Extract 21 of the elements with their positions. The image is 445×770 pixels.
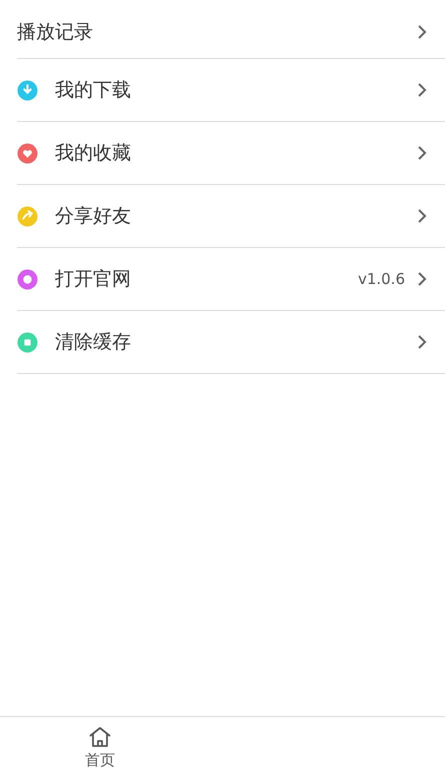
menu-item[interactable]: 清除缓存 [17, 311, 445, 374]
nav-tab[interactable]: 首页 [0, 717, 200, 770]
menu-label: 播放记录 [17, 20, 94, 45]
chevron-icon [417, 24, 427, 40]
version-text: v1.0.6 [358, 270, 405, 288]
menu-item[interactable]: 打开官网 v1.0.6 [17, 248, 445, 311]
menu-item[interactable]: 我的下载 [17, 59, 445, 122]
menu-label: 我的下载 [55, 78, 132, 103]
chevron-icon [417, 208, 427, 224]
menu-label: 我的收藏 [55, 141, 132, 166]
home-icon [87, 725, 113, 749]
chevron-icon [417, 334, 427, 350]
menu-label: 清除缓存 [55, 330, 132, 355]
chevron-icon [417, 82, 427, 98]
menu-label: 打开官网 [55, 267, 132, 292]
menu-item[interactable]: 我的收藏 [17, 122, 445, 185]
menu-label: 分享好友 [55, 204, 132, 229]
chevron-icon [417, 145, 427, 161]
menu-item[interactable]: 播放记录 [17, 6, 445, 59]
menu-item[interactable]: 分享好友 [17, 185, 445, 248]
chevron-icon [417, 271, 427, 287]
